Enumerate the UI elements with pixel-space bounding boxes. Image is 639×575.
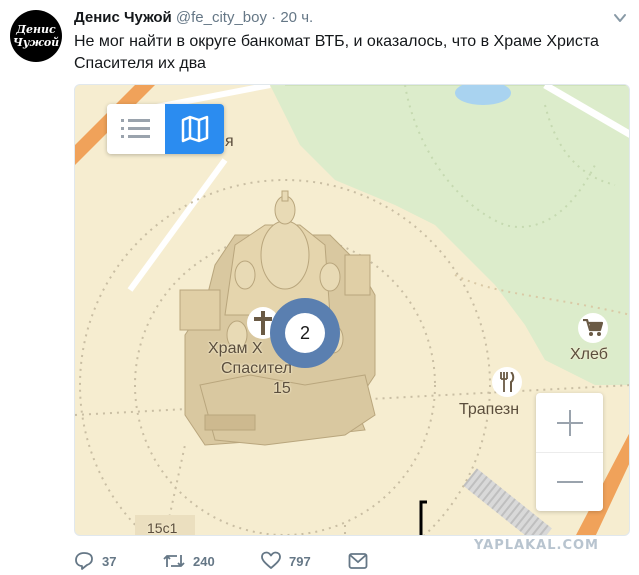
envelope-icon [348, 553, 368, 569]
chevron-down-icon[interactable] [613, 11, 627, 25]
list-icon [121, 119, 150, 138]
tweet-text: Не мог найти в округе банкомат ВТБ, и ок… [74, 33, 599, 72]
map-label-building: 15с1 [147, 520, 178, 536]
reply-button[interactable]: 37 [74, 551, 163, 571]
retweet-icon [163, 555, 185, 567]
map-icon [181, 115, 208, 143]
timestamp[interactable]: 20 ч. [280, 9, 313, 26]
watermark: YAPLAKAL.COM [474, 538, 599, 553]
cart-icon [583, 319, 603, 336]
map-label-fragment: я [225, 133, 234, 150]
like-button[interactable]: 797 [261, 551, 348, 571]
atm-cluster-marker[interactable]: 2 [270, 298, 340, 368]
author-name[interactable]: Денис Чужой [74, 9, 172, 26]
map-label-cathedral-line2: Спасител [221, 360, 292, 377]
reply-icon [75, 552, 93, 570]
map-label-restaurant: Трапезн [459, 401, 520, 418]
like-count: 797 [289, 553, 311, 569]
retweet-count: 240 [193, 553, 215, 569]
reply-count: 37 [102, 553, 117, 569]
fork-knife-icon [500, 372, 515, 392]
direct-message-button[interactable] [348, 552, 368, 570]
author-handle[interactable]: @fe_city_boy [176, 9, 267, 26]
avatar-text-line1: Денис [16, 23, 56, 36]
avatar-text-line2: Чужой [12, 36, 60, 49]
cluster-count: 2 [285, 313, 325, 353]
avatar[interactable]: Денис Чужой [10, 10, 62, 62]
retweet-button[interactable]: 240 [163, 551, 261, 571]
map-image[interactable]: я Храм Х Спасител 15 2 Хлеб Трапезн 15с1 [74, 84, 630, 536]
tweet-actions: 37 240 797 [74, 550, 368, 572]
plus-icon [556, 409, 583, 436]
zoom-in-button[interactable] [536, 393, 603, 452]
shop-marker[interactable] [578, 313, 608, 343]
minus-icon [556, 481, 583, 483]
view-toggle [107, 104, 224, 154]
map-label-cathedral-number: 15 [273, 380, 291, 397]
list-view-button[interactable] [107, 104, 165, 154]
map-view-button[interactable] [165, 104, 224, 154]
zoom-controls [536, 393, 603, 511]
heart-icon [261, 551, 281, 569]
restaurant-marker[interactable] [492, 367, 522, 397]
zoom-out-button[interactable] [536, 452, 603, 511]
tweet-header: Денис Чужой @fe_city_boy · 20 ч. [74, 9, 313, 26]
map-label-shop: Хлеб [570, 346, 608, 363]
separator: · [271, 9, 277, 26]
map-label-cathedral-line1: Храм Х [208, 340, 263, 357]
